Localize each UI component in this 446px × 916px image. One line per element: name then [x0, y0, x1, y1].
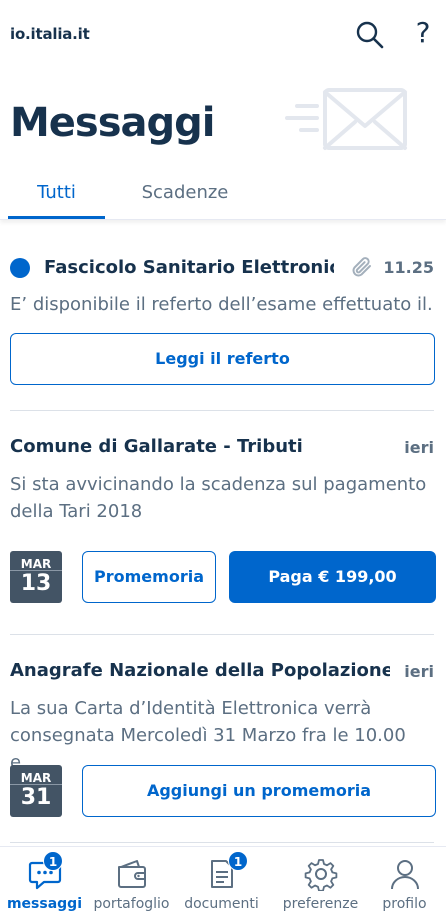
- envelope-illustration-icon: [285, 88, 407, 150]
- due-date-calendar: MAR 13: [10, 551, 62, 603]
- nav-item-documents[interactable]: 1 documenti: [177, 847, 266, 916]
- divider: [10, 842, 434, 843]
- search-button[interactable]: [355, 20, 385, 50]
- nav-item-label: preferenze: [282, 896, 359, 912]
- message-sender: Comune di Gallarate - Tributi: [10, 436, 303, 457]
- message-item[interactable]: Anagrafe Nazionale della Popolazione ...…: [0, 635, 446, 845]
- message-preview: E’ disponibile il referto dell’esame eff…: [10, 294, 432, 315]
- documents-badge: 1: [228, 851, 248, 871]
- due-date-month: MAR: [20, 771, 52, 785]
- attachment-icon: [352, 257, 371, 277]
- tab-all[interactable]: Tutti: [8, 172, 105, 219]
- message-tabs: Tutti Scadenze: [0, 172, 446, 220]
- read-report-button[interactable]: Leggi il referto: [10, 333, 435, 385]
- nav-item-messages[interactable]: 1 messaggi: [0, 847, 89, 916]
- reminder-button[interactable]: Promemoria: [82, 551, 216, 603]
- message-item[interactable]: Comune di Gallarate - Tributi ieri Si st…: [0, 411, 446, 635]
- tab-due-dates[interactable]: Scadenze: [120, 172, 250, 219]
- message-time: 11.25: [383, 258, 434, 277]
- due-date-calendar: MAR 31: [10, 765, 62, 817]
- help-button[interactable]: ?: [409, 16, 437, 50]
- due-date-day: 13: [20, 571, 52, 596]
- unread-dot-icon: [10, 258, 30, 278]
- profile-icon: [390, 860, 419, 890]
- nav-item-profile[interactable]: profilo: [360, 847, 446, 916]
- nav-item-wallet[interactable]: portafoglio: [87, 847, 176, 916]
- message-time: ieri: [404, 438, 434, 457]
- nav-item-label: profilo: [382, 896, 427, 912]
- page-title: Messaggi: [10, 100, 216, 146]
- search-icon: [356, 21, 384, 49]
- message-list: Fascicolo Sanitario Elettronico 11.25 E’…: [0, 221, 446, 846]
- messages-badge: 1: [43, 851, 63, 871]
- nav-item-label: documenti: [184, 896, 259, 912]
- add-reminder-button[interactable]: Aggiungi un promemoria: [82, 765, 436, 817]
- bottom-navigation: 1 messaggi portafoglio 1 documenti prefe…: [0, 846, 446, 916]
- app-header: io.italia.it ?: [0, 0, 446, 72]
- gear-icon: [304, 859, 337, 891]
- due-date-day: 31: [20, 785, 52, 810]
- message-preview: La sua Carta d’Identità Elettronica verr…: [10, 698, 406, 773]
- due-date-month: MAR: [20, 557, 52, 571]
- wallet-icon: [117, 860, 146, 888]
- nav-item-label: messaggi: [6, 896, 83, 912]
- pay-button[interactable]: Paga € 199,00: [229, 551, 436, 603]
- message-sender: Fascicolo Sanitario Elettronico: [44, 257, 334, 278]
- message-sender: Anagrafe Nazionale della Popolazione ...: [10, 660, 390, 681]
- domain-label: io.italia.it: [10, 25, 90, 43]
- nav-item-label: portafoglio: [93, 896, 170, 912]
- message-time: ieri: [404, 662, 434, 681]
- message-item[interactable]: Fascicolo Sanitario Elettronico 11.25 E’…: [0, 221, 446, 411]
- title-area: Messaggi: [0, 72, 446, 172]
- nav-item-preferences[interactable]: preferenze: [276, 847, 365, 916]
- message-preview: Si sta avvicinando la scadenza sul pagam…: [10, 474, 427, 522]
- help-icon: ?: [415, 16, 431, 49]
